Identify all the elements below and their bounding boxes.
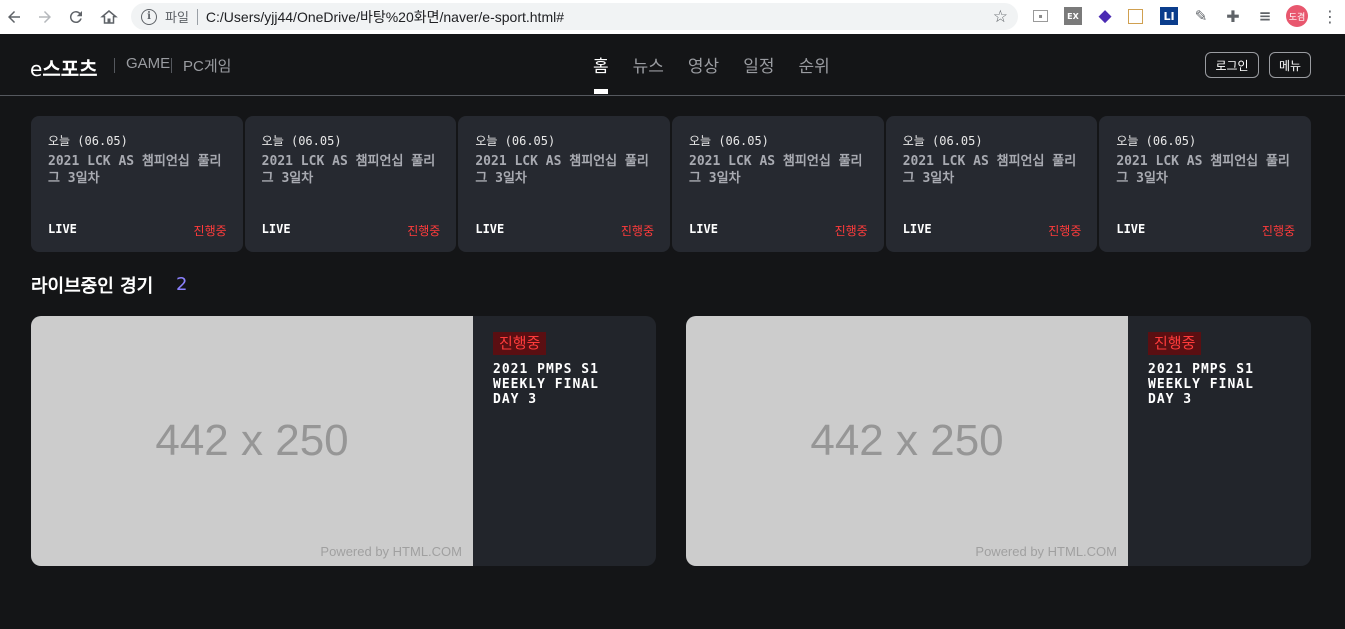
browser-menu-icon[interactable]: ⋮: [1322, 7, 1338, 27]
thumbnail-placeholder-text: 442 x 250: [810, 416, 1004, 465]
schedule-cards: 오늘 (06.05) 2021 LCK AS 챔피언십 풀리그 3일차 LIVE…: [31, 116, 1312, 252]
profile-avatar[interactable]: 도겸: [1286, 5, 1308, 27]
logo-prefix: e: [30, 57, 43, 81]
back-icon[interactable]: [0, 3, 28, 31]
card-live-label: LIVE: [261, 222, 291, 236]
card-date: 오늘 (06.05): [1116, 134, 1197, 148]
crumb-pc-game[interactable]: PC게임: [183, 55, 231, 76]
card-live-label: LIVE: [689, 222, 718, 236]
extensions-puzzle-icon[interactable]: ✚: [1224, 7, 1242, 26]
card-date: 오늘 (06.05): [689, 134, 769, 148]
live-status-badge: 진행중: [1148, 332, 1202, 355]
card-date: 오늘 (06.05): [902, 134, 983, 148]
crumb-game[interactable]: GAME: [126, 55, 170, 72]
live-match-card[interactable]: 442 x 250 Powered by HTML.COM 진행중 2021 P…: [31, 316, 656, 566]
match-thumbnail[interactable]: 442 x 250 Powered by HTML.COM: [31, 316, 473, 566]
card-live-label: LIVE: [475, 222, 505, 236]
card-date: 오늘 (06.05): [261, 134, 342, 148]
omnibox-divider: [196, 8, 198, 25]
home-icon[interactable]: [95, 3, 123, 31]
info-icon[interactable]: i: [141, 8, 157, 25]
schedule-card[interactable]: 오늘 (06.05) 2021 LCK AS 챔피언십 풀리그 3일차 LIVE…: [885, 116, 1098, 252]
nav-schedule[interactable]: 일정: [743, 52, 774, 94]
card-title: 2021 LCK AS 챔피언십 풀리그 3일차: [689, 154, 863, 186]
diamond-extension-icon[interactable]: ◆: [1096, 6, 1114, 26]
nav-ranking[interactable]: 순위: [798, 52, 829, 94]
crumb-divider: [171, 58, 172, 73]
card-date: 오늘 (06.05): [48, 134, 128, 148]
schedule-card[interactable]: 오늘 (06.05) 2021 LCK AS 챔피언십 풀리그 3일차 LIVE…: [458, 116, 671, 252]
live-section-title: 라이브중인 경기: [31, 276, 154, 297]
card-status: 진행중: [193, 224, 227, 238]
live-count: 2: [176, 274, 188, 295]
card-status: 진행중: [1048, 224, 1082, 238]
thumbnail-placeholder-text: 442 x 250: [155, 416, 349, 465]
live-match-card[interactable]: 442 x 250 Powered by HTML.COM 진행중 2021 P…: [686, 316, 1311, 566]
thumbnail-credit: Powered by HTML.COM: [975, 544, 1117, 559]
ex-extension-icon[interactable]: EX: [1064, 7, 1082, 25]
menu-button[interactable]: 메뉴: [1269, 52, 1311, 78]
bookmark-star-icon[interactable]: ☆: [993, 7, 1008, 27]
nav-video[interactable]: 영상: [688, 52, 719, 94]
match-info: 진행중 2021 PMPS S1 WEEKLY FINAL DAY 3: [1128, 316, 1311, 566]
card-title: 2021 LCK AS 챔피언십 풀리그 3일차: [48, 154, 222, 186]
site-logo[interactable]: e스포츠: [30, 53, 98, 82]
schedule-card[interactable]: 오늘 (06.05) 2021 LCK AS 챔피언십 풀리그 3일차 LIVE…: [672, 116, 884, 252]
browser-toolbar: i 파일 C:/Users/yjj44/OneDrive/바탕%20화면/nav…: [0, 0, 1345, 34]
crumb-divider: [114, 58, 115, 73]
reload-icon[interactable]: [62, 3, 90, 31]
card-title: 2021 LCK AS 챔피언십 풀리그 3일차: [261, 154, 436, 186]
schedule-card[interactable]: 오늘 (06.05) 2021 LCK AS 챔피언십 풀리그 3일차 LIVE…: [244, 116, 457, 252]
screen-capture-icon[interactable]: ▪: [1033, 10, 1048, 22]
schedule-card[interactable]: 오늘 (06.05) 2021 LCK AS 챔피언십 풀리그 3일차 LIVE…: [1099, 116, 1312, 252]
site-header: e스포츠 GAME PC게임 홈 뉴스 영상 일정 순위 로그인 메뉴: [0, 35, 1345, 96]
main-nav: 홈 뉴스 영상 일정 순위: [593, 52, 854, 94]
forward-icon[interactable]: [31, 3, 59, 31]
nav-news[interactable]: 뉴스: [633, 52, 664, 94]
media-queue-icon[interactable]: ≡: [1256, 7, 1274, 25]
card-title: 2021 LCK AS 챔피언십 풀리그 3일차: [1116, 154, 1290, 186]
thumbnail-credit: Powered by HTML.COM: [320, 544, 462, 559]
note-extension-icon[interactable]: [1128, 9, 1143, 24]
card-status: 진행중: [834, 224, 868, 238]
card-status: 진행중: [1261, 224, 1296, 238]
protocol-label: 파일: [165, 11, 189, 26]
logo-main: 스포츠: [42, 57, 98, 81]
card-status: 진행중: [407, 224, 441, 238]
card-title: 2021 LCK AS 챔피언십 풀리그 3일차: [475, 154, 649, 186]
match-title[interactable]: 2021 PMPS S1 WEEKLY FINAL DAY 3: [1148, 362, 1298, 407]
card-live-label: LIVE: [1116, 222, 1146, 236]
nav-home[interactable]: 홈: [593, 52, 609, 94]
address-bar[interactable]: i 파일 C:/Users/yjj44/OneDrive/바탕%20화면/nav…: [131, 3, 1018, 30]
color-picker-icon[interactable]: ✎: [1192, 7, 1210, 25]
match-info: 진행중 2021 PMPS S1 WEEKLY FINAL DAY 3: [473, 316, 656, 566]
card-status: 진행중: [620, 224, 655, 238]
match-thumbnail[interactable]: 442 x 250 Powered by HTML.COM: [686, 316, 1128, 566]
schedule-card[interactable]: 오늘 (06.05) 2021 LCK AS 챔피언십 풀리그 3일차 LIVE…: [31, 116, 243, 252]
live-status-badge: 진행중: [493, 332, 547, 355]
card-date: 오늘 (06.05): [475, 134, 556, 148]
match-title[interactable]: 2021 PMPS S1 WEEKLY FINAL DAY 3: [493, 362, 643, 407]
login-button[interactable]: 로그인: [1205, 52, 1259, 78]
card-title: 2021 LCK AS 챔피언십 풀리그 3일차: [902, 154, 1077, 186]
li-extension-icon[interactable]: LI: [1160, 7, 1178, 25]
card-live-label: LIVE: [902, 222, 932, 236]
card-live-label: LIVE: [48, 222, 77, 236]
url-text[interactable]: C:/Users/yjj44/OneDrive/바탕%20화면/naver/e-…: [206, 7, 564, 27]
